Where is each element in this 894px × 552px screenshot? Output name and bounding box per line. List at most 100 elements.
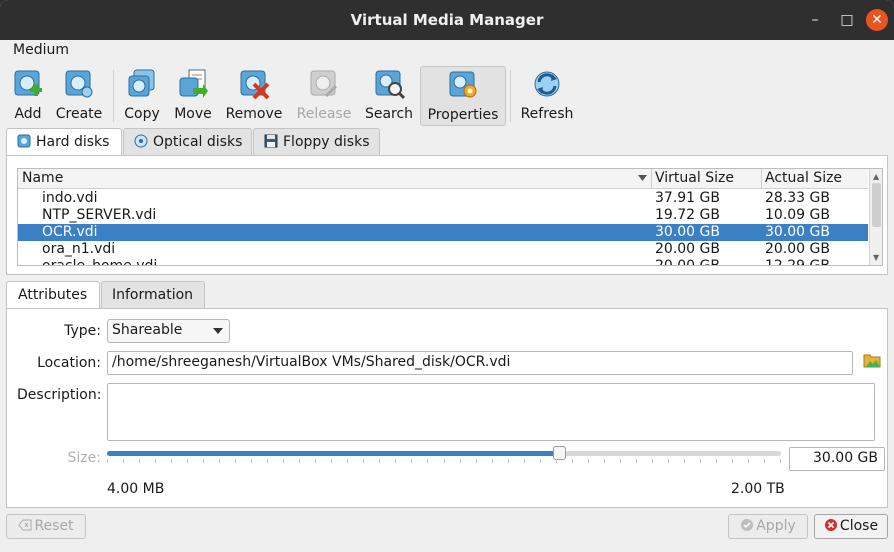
description-label: Description: [17, 387, 102, 403]
table-row[interactable]: oracle_home.vdi 20.00 GB 12.29 GB [18, 258, 868, 265]
size-slider[interactable] [107, 446, 781, 460]
table-scrollbar[interactable]: ▲ ▼ [869, 169, 882, 265]
create-disk-icon [65, 70, 93, 98]
description-field[interactable] [107, 383, 875, 441]
slider-tick [508, 459, 509, 463]
slider-tick [107, 459, 108, 463]
toolbar-separator [510, 70, 511, 122]
slider-tick [123, 459, 124, 463]
minimize-icon[interactable]: – [804, 9, 826, 31]
properties-label: Properties [427, 107, 499, 123]
slider-tick [748, 459, 749, 463]
slider-tick [620, 459, 621, 463]
size-label: Size: [67, 450, 101, 466]
check-icon [741, 519, 754, 531]
scroll-up-icon[interactable]: ▲ [873, 172, 879, 181]
slider-tick [219, 459, 220, 463]
menu-medium[interactable]: Medium [13, 42, 69, 58]
row-name: NTP_SERVER.vdi [42, 207, 157, 223]
slider-tick [427, 459, 428, 463]
search-button[interactable]: Search [363, 66, 415, 126]
virtual-media-manager-window: Virtual Media Manager – □ ✕ Medium Add C… [0, 0, 894, 552]
apply-button[interactable]: Apply [728, 514, 808, 539]
row-virtual-size: 19.72 GB [655, 207, 720, 223]
slider-tick [636, 459, 637, 463]
title-bar: Virtual Media Manager – □ ✕ [0, 0, 894, 40]
create-button[interactable]: Create [54, 66, 104, 126]
size-field[interactable]: 30.00 GB [789, 447, 885, 471]
release-button[interactable]: Release [293, 66, 355, 126]
add-disk-icon [14, 70, 42, 96]
add-button[interactable]: Add [8, 66, 48, 126]
move-button[interactable]: Move [171, 66, 215, 126]
reset-label: Reset [34, 518, 74, 534]
row-actual-size: 20.00 GB [765, 241, 830, 257]
copy-button[interactable]: Copy [121, 66, 163, 126]
table-row[interactable]: NTP_SERVER.vdi 19.72 GB 10.09 GB [18, 207, 868, 224]
properties-button[interactable]: Properties [420, 66, 506, 126]
row-virtual-size: 37.91 GB [655, 190, 720, 206]
tab-hard-disks[interactable]: Hard disks [6, 128, 122, 157]
tab-hard-disks-label: Hard disks [36, 134, 110, 150]
media-table: Name Virtual Size Actual Size indo.vdi 3… [17, 168, 883, 266]
type-label: Type: [64, 323, 101, 339]
release-disk-icon [310, 70, 338, 98]
move-label: Move [174, 106, 212, 122]
menu-bar: Medium [0, 40, 894, 62]
release-label: Release [296, 106, 352, 122]
table-row[interactable]: indo.vdi 37.91 GB 28.33 GB [18, 190, 868, 207]
slider-tick [572, 459, 573, 463]
refresh-icon [534, 71, 560, 97]
row-virtual-size: 30.00 GB [655, 224, 720, 240]
table-row[interactable]: ora_n1.vdi 20.00 GB 20.00 GB [18, 241, 868, 258]
tab-information-label: Information [112, 287, 194, 303]
search-icon [375, 70, 405, 100]
tab-attributes[interactable]: Attributes [6, 281, 100, 310]
folder-icon[interactable] [863, 352, 881, 368]
scrollbar-thumb[interactable] [872, 183, 881, 227]
tab-floppy-disks[interactable]: Floppy disks [253, 128, 380, 156]
type-select[interactable]: Shareable [107, 319, 230, 343]
floppy-disk-icon [264, 134, 278, 148]
row-actual-size: 28.33 GB [765, 190, 830, 206]
slider-tick [460, 459, 461, 463]
refresh-button[interactable]: Refresh [518, 66, 576, 126]
location-field[interactable]: /home/shreeganesh/VirtualBox VMs/Shared_… [107, 351, 853, 375]
scroll-down-icon[interactable]: ▼ [873, 253, 879, 262]
close-button[interactable]: Close [814, 514, 888, 539]
column-header-actual-size[interactable]: Actual Size [765, 170, 842, 186]
copy-disk-icon [128, 69, 155, 97]
tab-attributes-label: Attributes [18, 287, 88, 303]
maximize-icon[interactable]: □ [836, 9, 858, 31]
column-header-virtual-size[interactable]: Virtual Size [655, 170, 734, 186]
tab-optical-disks[interactable]: Optical disks [123, 128, 252, 156]
slider-tick [780, 459, 781, 463]
reset-button[interactable]: Reset [6, 514, 86, 539]
slider-tick [251, 459, 252, 463]
column-divider [761, 169, 762, 189]
slider-tick [668, 459, 669, 463]
close-label: Close [839, 518, 879, 534]
slider-tick [283, 459, 284, 463]
size-slider-fill [107, 451, 559, 456]
slider-tick [171, 459, 172, 463]
slider-tick [524, 459, 525, 463]
slider-tick [411, 459, 412, 463]
close-icon[interactable]: ✕ [866, 9, 888, 31]
apply-label: Apply [756, 518, 796, 534]
slider-tick [203, 459, 204, 463]
size-max-label: 2.00 TB [731, 481, 785, 497]
size-slider-handle[interactable] [552, 446, 566, 460]
slider-tick [684, 459, 685, 463]
remove-button[interactable]: Remove [224, 66, 284, 126]
slider-tick [476, 459, 477, 463]
slider-tick [700, 459, 701, 463]
slider-tick [604, 459, 605, 463]
column-header-name[interactable]: Name [22, 170, 63, 186]
table-row-selected[interactable]: OCR.vdi 30.00 GB 30.00 GB [18, 224, 868, 241]
table-header: Name Virtual Size Actual Size [18, 169, 868, 189]
slider-tick [556, 459, 557, 463]
slider-tick [299, 459, 300, 463]
tab-information[interactable]: Information [101, 281, 205, 309]
sort-arrow-icon [638, 175, 647, 181]
